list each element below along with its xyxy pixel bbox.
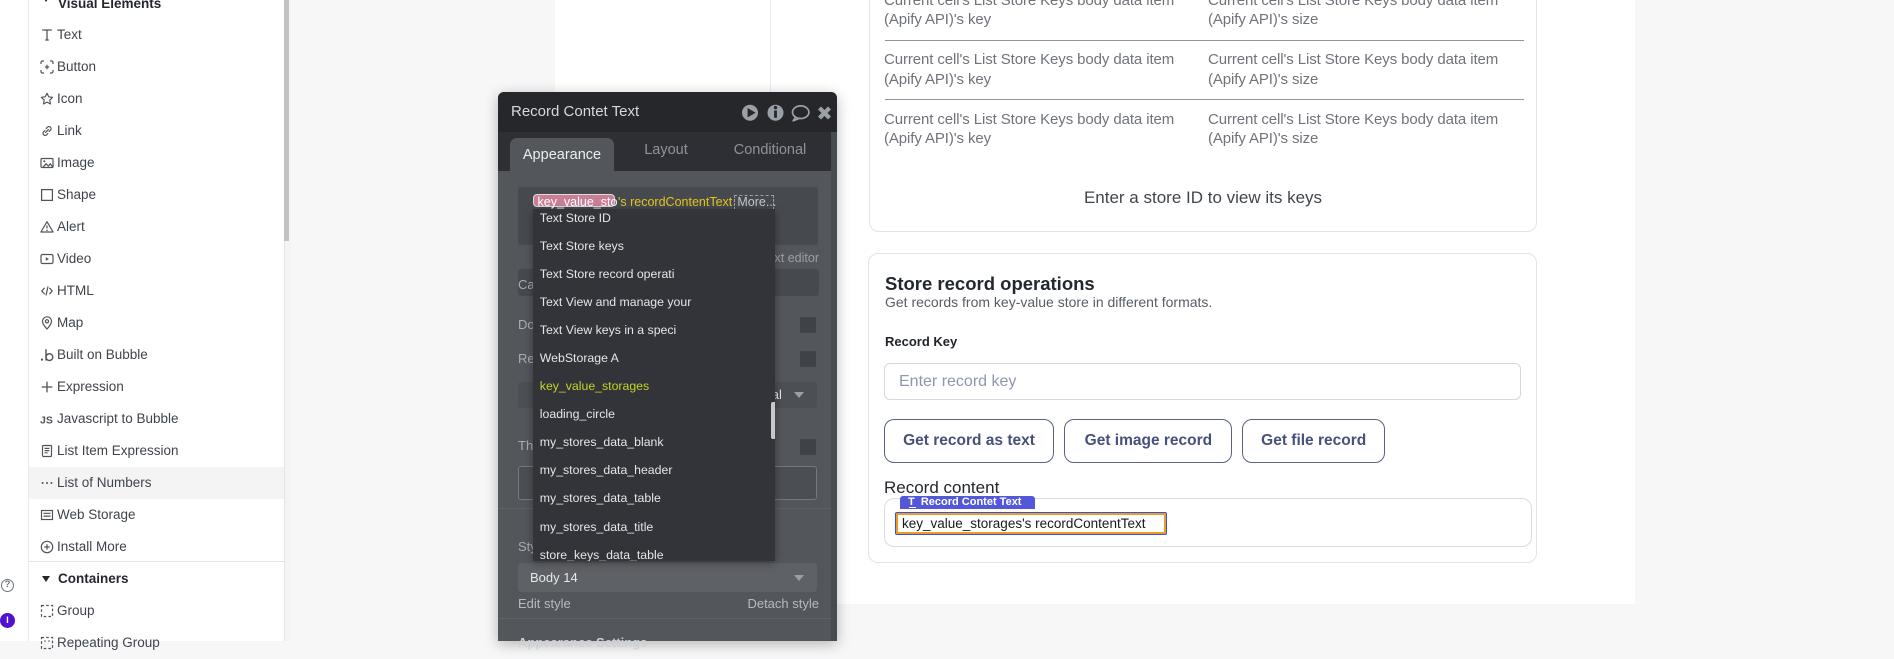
svg-text:JS: JS: [40, 415, 53, 427]
